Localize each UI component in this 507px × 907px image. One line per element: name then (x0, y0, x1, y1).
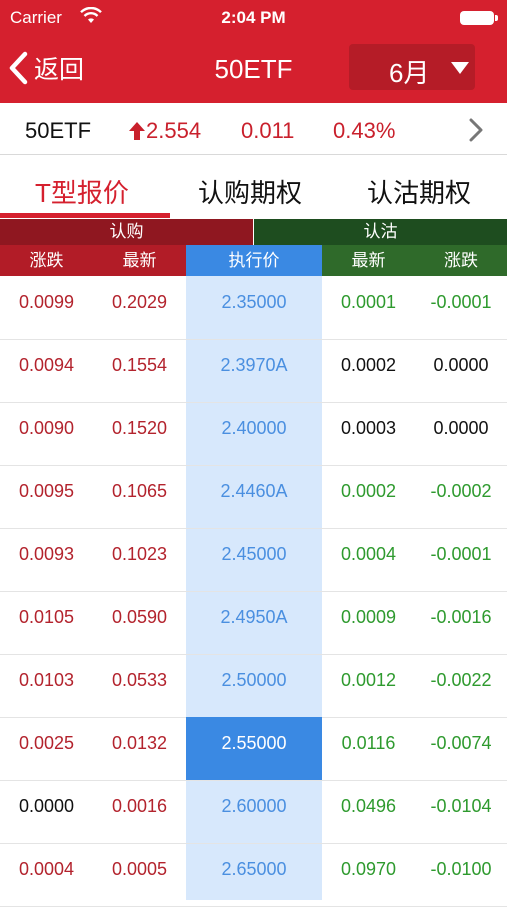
tab-call-options[interactable]: 认购期权 (170, 155, 340, 219)
call-change-cell: 0.0093 (18, 544, 75, 564)
option-row[interactable]: 0.0105 0.0590 2.4950A 0.0009 -0.0016 (0, 591, 507, 655)
tab-label: 认沽期权 (367, 178, 472, 208)
option-row[interactable]: 0.0000 0.0016 2.60000 0.0496 -0.0104 (0, 780, 507, 844)
strike-cell: 2.50000 (221, 670, 287, 690)
strike-cell: 2.4460A (220, 481, 288, 501)
call-last-cell: 0.0533 (111, 670, 168, 690)
col-header-strike[interactable]: 执行价 (186, 245, 322, 276)
put-change-cell: -0.0074 (430, 733, 492, 753)
call-last-cell: 0.0590 (111, 607, 168, 627)
nav-bar: 返回 50ETF 6月 (0, 36, 507, 103)
option-row[interactable]: 0.0090 0.1520 2.40000 0.0003 0.0000 (0, 402, 507, 466)
option-chain-table: 0.0099 0.2029 2.35000 0.0001 -0.0001 0.0094 0.… (0, 276, 507, 907)
option-row[interactable]: 0.0094 0.1554 2.3970A 0.0002 0.0000 (0, 339, 507, 403)
put-change-cell: -0.0001 (430, 544, 492, 564)
put-change-cell: -0.0100 (430, 859, 492, 879)
call-change-cell: 0.0094 (18, 355, 75, 375)
call-change-cell: 0.0004 (18, 859, 75, 879)
put-last-cell: 0.0001 (340, 292, 397, 312)
call-change-cell: 0.0099 (18, 292, 75, 312)
col-header-put-last[interactable]: 最新 (322, 245, 415, 276)
put-change-cell: -0.0104 (430, 796, 492, 816)
strike-cell: 2.3970A (220, 355, 288, 375)
call-section-header: 认购 (0, 219, 253, 245)
put-change-cell: 0.0000 (433, 418, 489, 438)
option-row[interactable]: 0.0103 0.0533 2.50000 0.0012 -0.0022 (0, 654, 507, 718)
call-last-cell: 0.1520 (111, 418, 168, 438)
put-change-cell: -0.0002 (430, 481, 492, 501)
tab-label: 认购期权 (198, 178, 303, 208)
strike-cell: 2.35000 (221, 292, 287, 312)
underlying-change-pct: 0.43% (333, 118, 396, 143)
put-change-cell: -0.0001 (430, 292, 492, 312)
put-last-cell: 0.0012 (340, 670, 397, 690)
arrow-up-icon (129, 122, 145, 140)
call-change-cell: 0.0025 (18, 733, 75, 753)
put-last-cell: 0.0009 (340, 607, 397, 627)
underlying-name: 50ETF (25, 118, 92, 143)
chevron-right-icon[interactable] (466, 117, 486, 143)
col-header-put-change[interactable]: 涨跌 (415, 245, 507, 276)
option-row[interactable]: 0.0004 0.0005 2.65000 0.0970 -0.0100 (0, 843, 507, 907)
option-row[interactable]: 0.0095 0.1065 2.4460A 0.0002 -0.0002 (0, 465, 507, 529)
caret-down-icon (451, 62, 469, 74)
strike-cell: 2.4950A (220, 607, 288, 627)
month-value: 6月 (389, 58, 430, 88)
call-change-cell: 0.0103 (18, 670, 75, 690)
put-section-header: 认沽 (254, 219, 507, 245)
tab-label: T型报价 (35, 178, 129, 208)
underlying-price: 2.554 (146, 118, 202, 143)
month-dropdown[interactable]: 6月 (349, 44, 475, 90)
put-change-cell: 0.0000 (433, 355, 489, 375)
strike-cell: 2.60000 (221, 796, 287, 816)
put-last-cell: 0.0496 (340, 796, 397, 816)
put-last-cell: 0.0970 (340, 859, 397, 879)
col-header-call-change[interactable]: 涨跌 (0, 245, 93, 276)
strike-cell: 2.40000 (221, 418, 287, 438)
status-time: 2:04 PM (221, 8, 286, 27)
option-row[interactable]: 0.0099 0.2029 2.35000 0.0001 -0.0001 (0, 276, 507, 340)
call-change-cell: 0.0000 (18, 796, 75, 816)
put-change-cell: -0.0016 (430, 607, 492, 627)
tab-bar: T型报价 认购期权 认沽期权 (0, 155, 507, 219)
put-last-cell: 0.0002 (340, 481, 397, 501)
call-change-cell: 0.0105 (18, 607, 75, 627)
put-last-cell: 0.0004 (340, 544, 397, 564)
col-header-call-last[interactable]: 最新 (93, 245, 186, 276)
tab-t-quote[interactable]: T型报价 (0, 155, 170, 219)
battery-icon (460, 11, 494, 25)
put-last-cell: 0.0003 (340, 418, 397, 438)
underlying-quote[interactable]: 50ETF 2.554 0.011 0.43% (0, 103, 507, 155)
option-row[interactable]: 0.0025 0.0132 2.55000 0.0116 -0.0074 (0, 717, 507, 781)
underlying-change: 0.011 (241, 118, 295, 143)
battery-tip (495, 15, 498, 21)
put-change-cell: -0.0022 (430, 670, 492, 690)
status-bar: Carrier 2:04 PM (0, 0, 507, 36)
strike-cell: 2.55000 (186, 717, 322, 780)
active-tab-indicator (0, 213, 170, 218)
call-last-cell: 0.1554 (111, 355, 168, 375)
strike-cell: 2.65000 (221, 859, 287, 879)
header-bar: Carrier 2:04 PM 返回 50ETF 6月 (0, 0, 507, 103)
call-change-cell: 0.0090 (18, 418, 75, 438)
put-last-cell: 0.0002 (340, 355, 397, 375)
tab-put-options[interactable]: 认沽期权 (340, 155, 507, 219)
call-last-cell: 0.0132 (111, 733, 168, 753)
option-row[interactable]: 0.0093 0.1023 2.45000 0.0004 -0.0001 (0, 528, 507, 592)
call-last-cell: 0.1065 (111, 481, 168, 501)
call-last-cell: 0.2029 (111, 292, 168, 312)
put-last-cell: 0.0116 (341, 733, 396, 753)
call-change-cell: 0.0095 (18, 481, 75, 501)
call-last-cell: 0.0005 (111, 859, 168, 879)
strike-cell: 2.45000 (221, 544, 287, 564)
call-last-cell: 0.1023 (111, 544, 168, 564)
call-last-cell: 0.0016 (111, 796, 168, 816)
